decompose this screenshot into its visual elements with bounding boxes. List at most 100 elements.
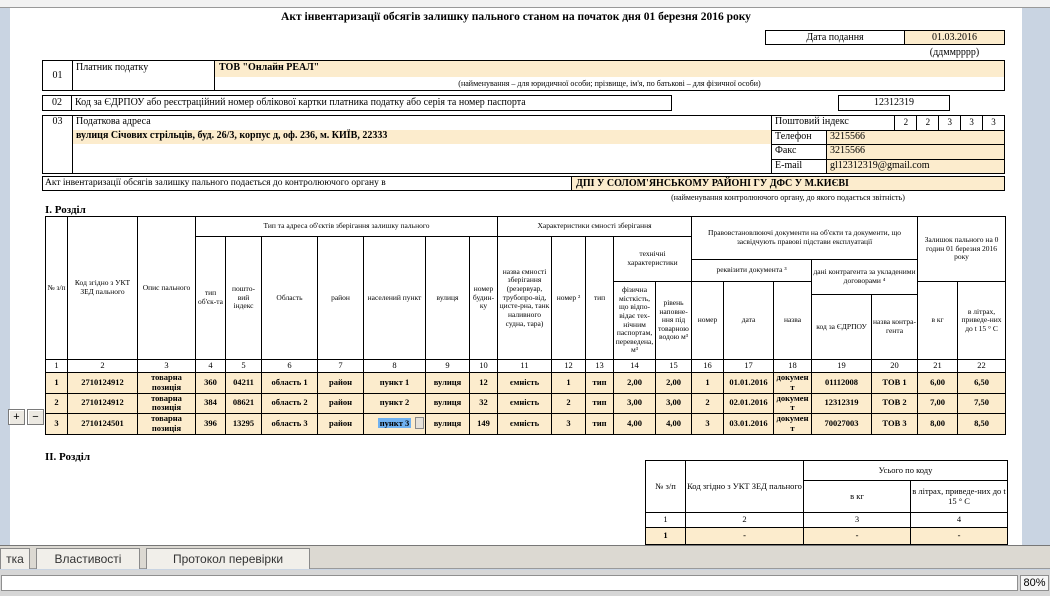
- grid-cell[interactable]: документ: [774, 414, 812, 435]
- cell-dropdown-button[interactable]: [415, 417, 424, 429]
- grid-cell[interactable]: 2: [46, 393, 68, 414]
- grid-cell[interactable]: 3: [46, 414, 68, 435]
- phone-field[interactable]: 3215566: [827, 131, 1004, 145]
- grid-cell[interactable]: 1: [646, 528, 686, 545]
- grid-cell[interactable]: пункт 2: [364, 393, 426, 414]
- postal-digit-field[interactable]: 3: [938, 116, 960, 130]
- grid-cell[interactable]: ємність: [498, 393, 552, 414]
- grid-cell[interactable]: 2710124912: [68, 373, 138, 394]
- grid-cell[interactable]: 8,50: [958, 414, 1006, 435]
- grid-cell[interactable]: вулиця: [426, 373, 470, 394]
- postal-digit-field[interactable]: 2: [894, 116, 916, 130]
- edrpou-field[interactable]: 12312319: [838, 95, 950, 111]
- grid-cell[interactable]: документ: [774, 373, 812, 394]
- grid-cell[interactable]: 3: [692, 414, 724, 435]
- postal-digit-field[interactable]: 3: [960, 116, 982, 130]
- grid-cell[interactable]: 03.01.2016: [724, 414, 774, 435]
- grid-cell[interactable]: тип: [586, 373, 614, 394]
- grid-cell[interactable]: -: [686, 528, 804, 545]
- grid-cell[interactable]: тип: [586, 414, 614, 435]
- t2-group-header-total: Усього по коду: [804, 461, 1008, 481]
- grid-cell[interactable]: ТОВ 3: [872, 414, 918, 435]
- grid-cell[interactable]: 360: [196, 373, 226, 394]
- grid-cell[interactable]: 6,50: [958, 373, 1006, 394]
- email-label: E-mail: [772, 160, 827, 174]
- grid-cell[interactable]: товарна позиція: [138, 393, 196, 414]
- grid-cell[interactable]: вулиця: [426, 414, 470, 435]
- grid-cell[interactable]: 6,00: [918, 373, 958, 394]
- grid-cell[interactable]: район: [318, 393, 364, 414]
- grid-cell-selected[interactable]: пункт 3: [364, 414, 426, 435]
- grid-cell[interactable]: 2,00: [656, 373, 692, 394]
- table-row: 2 2710124912 товарна позиція 384 08621 о…: [46, 393, 1006, 414]
- grid-cell[interactable]: -: [911, 528, 1008, 545]
- grid-cell[interactable]: документ: [774, 393, 812, 414]
- grid-cell[interactable]: 384: [196, 393, 226, 414]
- col-header-object-type: тип об'єк-та: [196, 237, 226, 360]
- grid-cell[interactable]: 4,00: [614, 414, 656, 435]
- grid-cell[interactable]: 2710124501: [68, 414, 138, 435]
- grid-cell[interactable]: 149: [470, 414, 498, 435]
- grid-cell[interactable]: 12: [470, 373, 498, 394]
- grid-cell[interactable]: ТОВ 1: [872, 373, 918, 394]
- tab-properties[interactable]: Властивості: [36, 548, 140, 569]
- grid-cell[interactable]: 2,00: [614, 373, 656, 394]
- grid-cell[interactable]: 3,00: [614, 393, 656, 414]
- grid-cell[interactable]: область 3: [262, 414, 318, 435]
- grid-cell[interactable]: 3,00: [656, 393, 692, 414]
- tab-check-protocol[interactable]: Протокол перевірки: [146, 548, 310, 569]
- grid-cell[interactable]: 1: [46, 373, 68, 394]
- grid-cell[interactable]: 2710124912: [68, 393, 138, 414]
- grid-cell[interactable]: пункт 1: [364, 373, 426, 394]
- taxpayer-name-field[interactable]: ТОВ "Онлайн РЕАЛ": [215, 61, 1004, 77]
- zoom-level-field[interactable]: 80%: [1020, 575, 1049, 591]
- grid-cell[interactable]: район: [318, 414, 364, 435]
- tab-cutoff[interactable]: тка: [0, 548, 30, 569]
- grid-cell[interactable]: ТОВ 2: [872, 393, 918, 414]
- grid-cell[interactable]: 7,50: [958, 393, 1006, 414]
- grid-cell[interactable]: -: [804, 528, 911, 545]
- postal-digit-field[interactable]: 3: [982, 116, 1004, 130]
- email-field[interactable]: gl12312319@gmail.com: [827, 160, 1004, 174]
- postal-digit-field[interactable]: 2: [916, 116, 938, 130]
- grid-cell[interactable]: товарна позиція: [138, 373, 196, 394]
- grid-cell[interactable]: вулиця: [426, 393, 470, 414]
- grid-cell[interactable]: 8,00: [918, 414, 958, 435]
- grid-cell[interactable]: 01.01.2016: [724, 373, 774, 394]
- col-number: 1: [46, 360, 68, 373]
- control-authority-field[interactable]: ДПІ У СОЛОМ'ЯНСЬКОМУ РАЙОНІ ГУ ДФС У М.К…: [571, 176, 1005, 191]
- remove-row-button[interactable]: −: [27, 409, 44, 425]
- grid-cell[interactable]: 02.01.2016: [724, 393, 774, 414]
- grid-cell[interactable]: 32: [470, 393, 498, 414]
- tax-address-field[interactable]: вулиця Січових стрільців, буд. 26/3, кор…: [73, 130, 771, 144]
- grid-cell[interactable]: ємність: [498, 414, 552, 435]
- grid-cell[interactable]: 1: [552, 373, 586, 394]
- grid-cell[interactable]: 13295: [226, 414, 262, 435]
- grid-cell[interactable]: 01112008: [812, 373, 872, 394]
- grid-cell[interactable]: район: [318, 373, 364, 394]
- grid-cell[interactable]: 396: [196, 414, 226, 435]
- grid-cell[interactable]: 4,00: [656, 414, 692, 435]
- field-01-note: (найменування – для юридичної особи; прі…: [215, 77, 1004, 90]
- grid-cell[interactable]: 70027003: [812, 414, 872, 435]
- grid-cell[interactable]: 12312319: [812, 393, 872, 414]
- field-03-number: 03: [43, 116, 73, 173]
- grid-cell[interactable]: ємність: [498, 373, 552, 394]
- grid-cell[interactable]: 2: [552, 393, 586, 414]
- grid-cell[interactable]: тип: [586, 393, 614, 414]
- grid-cell[interactable]: 7,00: [918, 393, 958, 414]
- grid-cell[interactable]: 1: [692, 373, 724, 394]
- grid-cell[interactable]: область 1: [262, 373, 318, 394]
- fax-field[interactable]: 3215566: [827, 145, 1004, 159]
- grid-cell[interactable]: 2: [692, 393, 724, 414]
- grid-cell[interactable]: 08621: [226, 393, 262, 414]
- add-row-button[interactable]: +: [8, 409, 25, 425]
- date-field[interactable]: 01.03.2016: [904, 30, 1005, 45]
- grid-cell[interactable]: 04211: [226, 373, 262, 394]
- grid-cell[interactable]: область 2: [262, 393, 318, 414]
- document-page: Акт інвентаризації обсягів залишку пальн…: [10, 8, 1022, 545]
- grid-cell[interactable]: 3: [552, 414, 586, 435]
- selected-cell-value[interactable]: пункт 3: [378, 418, 412, 428]
- grid-cell[interactable]: товарна позиція: [138, 414, 196, 435]
- postal-index-label: Поштовий індекс: [772, 116, 894, 130]
